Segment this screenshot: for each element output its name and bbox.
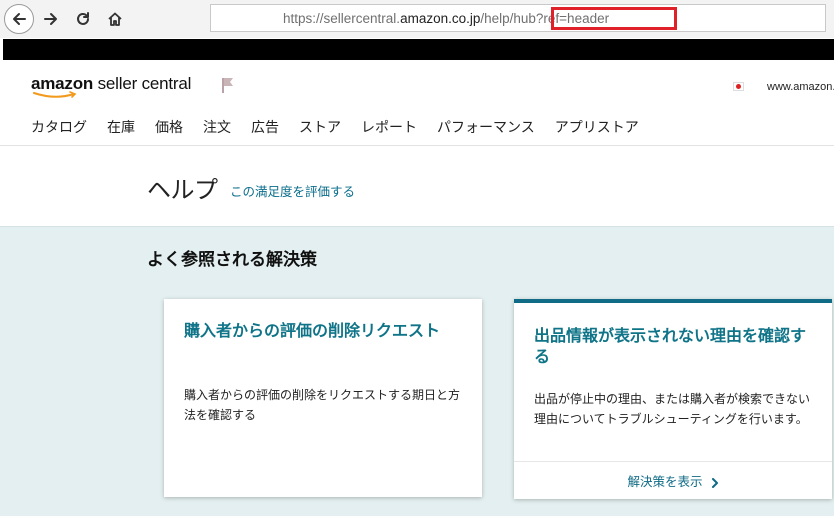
card-footer: 解決策を表示 xyxy=(514,461,832,499)
back-button[interactable] xyxy=(4,4,34,34)
nav-item-appstore[interactable]: アプリストア xyxy=(555,117,639,137)
arrow-left-icon xyxy=(13,13,26,25)
solution-card-feedback-removal[interactable]: 購入者からの評価の削除リクエスト 購入者からの評価の削除をリクエストする期日と方… xyxy=(164,299,482,497)
popular-solutions-section: よく参照される解決策 購入者からの評価の削除リクエスト 購入者からの評価の削除を… xyxy=(0,226,834,516)
address-bar[interactable]: https://sellercentral.amazon.co.jp/help/… xyxy=(210,4,826,32)
reload-button[interactable] xyxy=(68,4,98,34)
page-title: ヘルプ xyxy=(147,176,218,204)
card-title[interactable]: 出品情報が表示されない理由を確認する xyxy=(534,325,819,367)
forward-button[interactable] xyxy=(36,4,66,34)
arrow-right-icon xyxy=(44,13,57,25)
nav-item-reports[interactable]: レポート xyxy=(361,117,417,137)
view-solution-link[interactable]: 解決策を表示 xyxy=(627,471,718,490)
main-nav: カタログ 在庫 価格 注文 広告 ストア レポート パフォーマンス アプリストア xyxy=(31,117,659,137)
chevron-right-icon xyxy=(711,477,718,488)
solution-card-listing-not-shown[interactable]: 出品情報が表示されない理由を確認する 出品が停止中の理由、または購入者が検索でき… xyxy=(514,299,832,499)
amazon-smile-icon xyxy=(33,91,77,98)
japan-flag-icon xyxy=(733,82,744,91)
nav-item-orders[interactable]: 注文 xyxy=(203,117,231,137)
nav-divider xyxy=(0,145,834,146)
reload-icon xyxy=(77,12,89,25)
home-icon xyxy=(108,12,122,26)
url-highlight-box xyxy=(551,7,677,30)
nav-item-inventory[interactable]: 在庫 xyxy=(107,117,135,137)
card-title[interactable]: 購入者からの評価の削除リクエスト xyxy=(184,320,469,341)
home-button[interactable] xyxy=(100,4,130,34)
marketplace-link[interactable]: www.amazon.co.jp xyxy=(767,81,834,93)
nav-item-stores[interactable]: ストア xyxy=(299,117,341,137)
browser-toolbar: https://sellercentral.amazon.co.jp/help/… xyxy=(0,0,834,38)
nav-item-pricing[interactable]: 価格 xyxy=(155,117,183,137)
nav-item-performance[interactable]: パフォーマンス xyxy=(437,117,535,137)
rate-satisfaction-link[interactable]: この満足度を評価する xyxy=(230,181,355,200)
nav-item-catalog[interactable]: カタログ xyxy=(31,117,87,137)
card-description: 出品が停止中の理由、または購入者が検索できない理由についてトラブルシューティング… xyxy=(534,392,811,426)
nav-item-advertising[interactable]: 広告 xyxy=(251,117,279,137)
redacted-band xyxy=(3,39,834,60)
flag-icon[interactable] xyxy=(220,76,238,94)
card-description: 購入者からの評価の削除をリクエストする期日と方法を確認する xyxy=(184,388,461,422)
section-heading: よく参照される解決策 xyxy=(147,250,317,270)
